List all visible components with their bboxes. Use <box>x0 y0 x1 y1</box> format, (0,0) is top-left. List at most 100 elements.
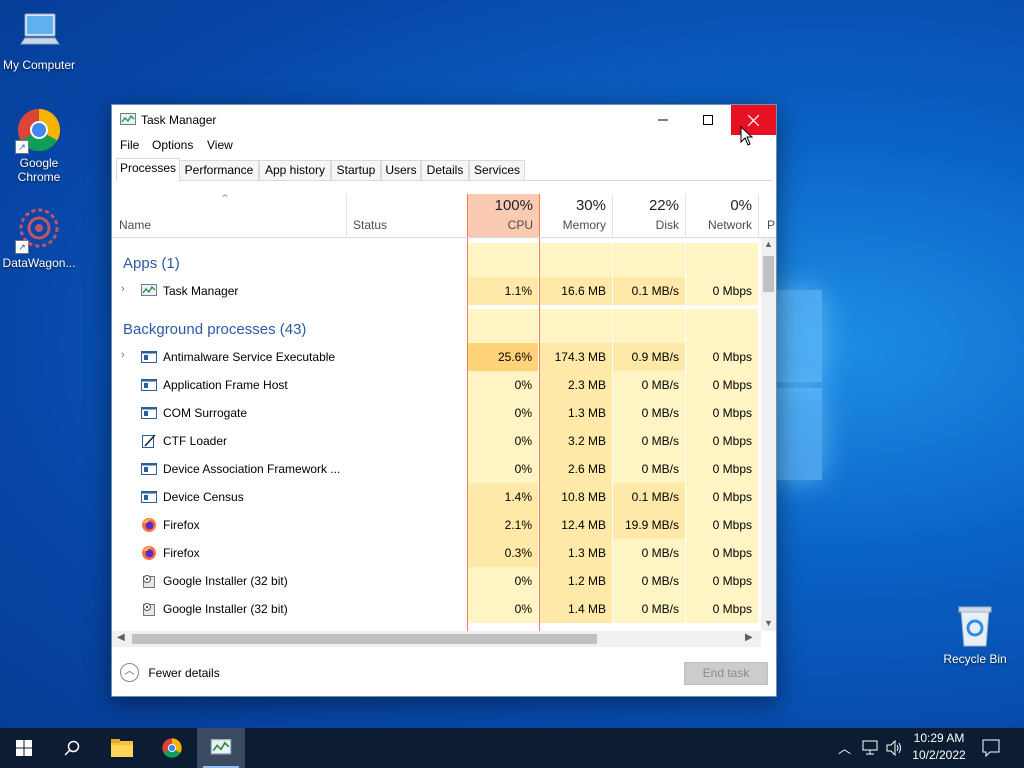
tab-strip: Processes Performance App history Startu… <box>116 158 772 181</box>
process-memory-value: 174.3 MB <box>540 343 612 371</box>
scroll-down-arrow-icon[interactable]: ▼ <box>764 618 773 628</box>
expand-chevron-icon[interactable]: › <box>121 283 125 295</box>
process-row[interactable]: 0.3% 1.3 MB 0 MB/s 0 Mbps Firefox <box>112 539 762 567</box>
search-button[interactable] <box>48 728 96 768</box>
start-button[interactable] <box>0 728 48 768</box>
process-memory-value: 12.4 MB <box>540 511 612 539</box>
scroll-left-arrow-icon[interactable]: ◀ <box>117 632 125 643</box>
process-row[interactable]: 0% 1.3 MB 0 MB/s 0 Mbps COM Surrogate <box>112 399 762 427</box>
scrollbar-thumb[interactable] <box>763 256 774 292</box>
taskbar-task-manager[interactable] <box>197 728 245 768</box>
process-row[interactable]: 0% 2.6 MB 0 MB/s 0 Mbps Device Association F… <box>112 455 762 483</box>
end-task-button[interactable]: End task <box>684 662 768 685</box>
desktop-icon-my-computer[interactable]: My Computer <box>0 8 78 72</box>
show-hidden-icons-chevron-icon[interactable]: ︿ <box>838 738 851 757</box>
desktop-icon-recycle-bin[interactable]: Recycle Bin <box>936 602 1014 666</box>
tab-processes[interactable]: Processes <box>116 158 180 181</box>
tab-details[interactable]: Details <box>421 160 469 180</box>
network-total-percent: 0% <box>730 197 752 214</box>
tab-app-history[interactable]: App history <box>259 160 331 180</box>
process-memory-value: 16.6 MB <box>540 277 612 305</box>
process-disk-value: 0.9 MB/s <box>613 343 685 371</box>
volume-icon[interactable] <box>886 740 904 756</box>
process-memory-value: 2.6 MB <box>540 455 612 483</box>
process-disk-value: 0 MB/s <box>613 567 685 595</box>
process-row[interactable]: 0% 1.2 MB 0 MB/s 0 Mbps Google Installer (32… <box>112 567 762 595</box>
column-header-memory[interactable]: 30% Memory <box>540 194 612 237</box>
vertical-scrollbar[interactable]: ▲ ▼ <box>761 238 776 631</box>
window-title: Task Manager <box>141 113 217 127</box>
process-network-value: 0 Mbps <box>686 483 758 511</box>
process-list: Apps (1) 1.1% 16.6 MB 0.1 MB/s 0 Mbps › Task M… <box>112 238 762 631</box>
installer-icon <box>141 601 157 617</box>
column-header-disk[interactable]: 22% Disk <box>613 194 685 237</box>
column-header-status[interactable]: Status <box>347 194 467 237</box>
tab-services[interactable]: Services <box>469 160 525 180</box>
process-row[interactable]: 0% 2.3 MB 0 MB/s 0 Mbps Application Frame Ho… <box>112 371 762 399</box>
process-row[interactable]: 1.1% 16.6 MB 0.1 MB/s 0 Mbps › Task Manager <box>112 277 762 305</box>
process-name: Google Installer (32 bit) <box>163 574 288 588</box>
minimize-button[interactable] <box>640 105 685 135</box>
column-header-name[interactable]: ⌃ Name <box>112 192 346 237</box>
windows-logo-wallpaper <box>776 290 824 480</box>
group-cell-background <box>613 309 685 343</box>
menu-options[interactable]: Options <box>152 138 193 152</box>
process-disk-value: 0 MB/s <box>613 399 685 427</box>
taskbar-file-explorer[interactable] <box>98 728 146 768</box>
maximize-button[interactable] <box>685 105 730 135</box>
process-network-value: 0 Mbps <box>686 427 758 455</box>
column-name-label: Name <box>119 218 152 232</box>
process-memory-value: 10.8 MB <box>540 483 612 511</box>
computer-icon <box>15 8 63 56</box>
process-row[interactable]: 0% 3.2 MB 0 MB/s 0 Mbps CTF Loader <box>112 427 762 455</box>
column-header-power-partial[interactable]: P <box>759 194 776 237</box>
column-header-network[interactable]: 0% Network <box>686 194 758 237</box>
service-icon <box>141 461 157 477</box>
tab-performance[interactable]: Performance <box>179 160 259 180</box>
desktop-icon-google-chrome[interactable]: ↗ Google Chrome <box>0 106 78 184</box>
tab-users[interactable]: Users <box>381 160 421 180</box>
notifications-icon[interactable] <box>982 739 1000 757</box>
process-cpu-value: 0% <box>467 567 538 595</box>
chevron-up-circle-icon: ︿ <box>120 663 139 682</box>
process-row[interactable]: 25.6% 174.3 MB 0.9 MB/s 0 Mbps › Antimalware … <box>112 343 762 371</box>
taskbar-chrome[interactable] <box>148 728 196 768</box>
process-cpu-value: 0% <box>467 427 538 455</box>
process-name: Device Census <box>163 490 244 504</box>
expand-chevron-icon[interactable]: › <box>121 349 125 361</box>
scroll-up-arrow-icon[interactable]: ▲ <box>764 239 773 249</box>
process-row[interactable]: 1.4% 10.8 MB 0.1 MB/s 0 Mbps Device Census <box>112 483 762 511</box>
column-memory-label: Memory <box>562 218 606 232</box>
horizontal-scrollbar[interactable]: ◀ ▶ <box>112 631 761 647</box>
process-row[interactable]: 2.1% 12.4 MB 19.9 MB/s 0 Mbps Firefox <box>112 511 762 539</box>
process-network-value: 0 Mbps <box>686 371 758 399</box>
column-cpu-label: CPU <box>507 218 533 232</box>
mouse-cursor-icon <box>740 126 753 146</box>
process-cpu-value: 1.4% <box>467 483 538 511</box>
process-memory-value: 1.2 MB <box>540 567 612 595</box>
process-network-value: 0 Mbps <box>686 595 758 623</box>
scroll-right-arrow-icon[interactable]: ▶ <box>745 632 753 643</box>
close-button[interactable] <box>731 105 776 135</box>
menu-view[interactable]: View <box>207 138 233 152</box>
network-icon[interactable] <box>862 740 880 756</box>
desktop-icon-datawagon[interactable]: ↗ DataWagon... <box>0 206 78 270</box>
tab-startup[interactable]: Startup <box>331 160 381 180</box>
process-network-value: 0 Mbps <box>686 455 758 483</box>
title-bar[interactable]: Task Manager <box>112 105 776 135</box>
process-network-value: 0 Mbps <box>686 343 758 371</box>
hscrollbar-thumb[interactable] <box>132 634 597 644</box>
group-cell-background <box>686 243 758 277</box>
fewer-details-button[interactable]: ︿ Fewer details <box>120 663 220 683</box>
process-name: CTF Loader <box>163 434 228 448</box>
process-row[interactable]: 0% 1.4 MB 0 MB/s 0 Mbps Google Installer (32… <box>112 595 762 623</box>
process-name: Antimalware Service Executable <box>163 350 336 364</box>
column-header-cpu[interactable]: 100% CPU <box>467 194 540 237</box>
close-icon <box>748 114 759 126</box>
process-memory-value: 2.3 MB <box>540 371 612 399</box>
menu-file[interactable]: File <box>120 138 139 152</box>
process-disk-value: 0 MB/s <box>613 371 685 399</box>
process-cpu-value: 0% <box>467 595 538 623</box>
service-icon <box>141 377 157 393</box>
system-clock[interactable]: 10:29 AM 10/2/2022 <box>906 730 972 764</box>
